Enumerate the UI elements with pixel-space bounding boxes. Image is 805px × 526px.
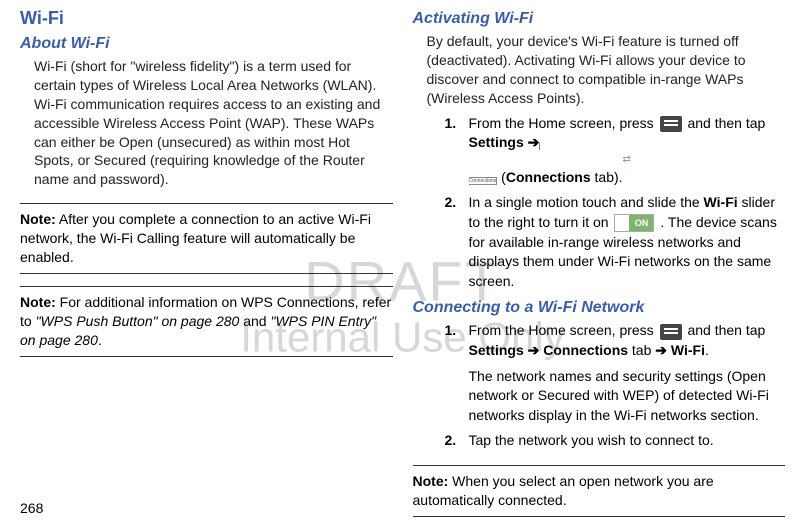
note-label: Note: (20, 294, 56, 310)
arrow-icon: ➔ (655, 342, 671, 358)
left-column: Wi-Fi About Wi-Fi Wi-Fi (short for "wire… (20, 8, 393, 516)
step-text: In a single motion touch and slide the (469, 194, 704, 210)
arrow-icon: ➔ (524, 342, 544, 358)
note-text-part: . (98, 332, 102, 348)
note-wps: Note: For additional information on WPS … (20, 286, 393, 357)
step-2: 2. In a single motion touch and slide th… (445, 193, 786, 291)
on-toggle-text: ON (629, 215, 653, 231)
settings-label: Settings (469, 134, 524, 150)
step-number: 1. (445, 114, 469, 188)
note-text-part: and (239, 313, 270, 329)
heading-about-wifi: About Wi-Fi (20, 35, 393, 53)
activating-paragraph: By default, your device's Wi-Fi feature … (427, 32, 786, 108)
connect-step-1: 1. From the Home screen, press and then … (445, 321, 786, 360)
connect-step-1-sub: The network names and security settings … (469, 367, 786, 426)
right-column: Activating Wi-Fi By default, your device… (413, 8, 786, 516)
heading-activating-wifi: Activating Wi-Fi (413, 10, 786, 28)
heading-connecting-wifi: Connecting to a Wi-Fi Network (413, 299, 786, 317)
step-text: tab). (591, 169, 623, 185)
wifi-label: Wi-Fi (704, 194, 738, 210)
connect-step-2: 2. Tap the network you wish to connect t… (445, 431, 786, 451)
arrow-icon: ➔ (524, 134, 540, 150)
about-wifi-paragraph: Wi-Fi (short for "wireless fidelity") is… (34, 57, 393, 189)
wifi-label: Wi-Fi (671, 342, 705, 358)
settings-label: Settings (469, 342, 524, 358)
connections-tab-label: Connections (506, 169, 591, 185)
step-number: 2. (445, 193, 469, 291)
page-number: 268 (20, 500, 43, 516)
connections-icon-glyph: ⇄ (469, 153, 786, 168)
step-text: From the Home screen, press (469, 115, 658, 131)
step-content: In a single motion touch and slide the W… (469, 193, 786, 291)
step-content: From the Home screen, press and then tap… (469, 114, 786, 188)
step-content: Tap the network you wish to connect to. (469, 431, 786, 451)
note-open-network: Note: When you select an open network yo… (413, 465, 786, 517)
note-label: Note: (413, 473, 449, 489)
step-number: 2. (445, 431, 469, 451)
menu-icon (660, 324, 682, 340)
step-text: and then tap (684, 322, 766, 338)
note-wifi-calling: Note: After you complete a connection to… (20, 203, 393, 274)
menu-icon (660, 116, 682, 132)
ref-wps-push: "WPS Push Button" on page 280 (36, 313, 240, 329)
note-text: After you complete a connection to an ac… (20, 211, 371, 265)
step-number: 1. (445, 321, 469, 360)
step-text: ( (497, 169, 506, 185)
connections-icon-label: Connections (469, 178, 497, 184)
step-text: and then tap (684, 115, 766, 131)
on-toggle-icon: ON (614, 214, 654, 232)
note-label: Note: (20, 211, 56, 227)
page-content: Wi-Fi About Wi-Fi Wi-Fi (short for "wire… (0, 0, 805, 526)
step-content: From the Home screen, press and then tap… (469, 321, 786, 360)
connections-label: Connections (543, 342, 628, 358)
note-text: When you select an open network you are … (413, 473, 714, 508)
heading-wifi: Wi-Fi (20, 8, 393, 29)
step-1: 1. From the Home screen, press and then … (445, 114, 786, 188)
step-text: . (705, 342, 709, 358)
step-text: tab (628, 342, 655, 358)
step-text: From the Home screen, press (469, 322, 658, 338)
